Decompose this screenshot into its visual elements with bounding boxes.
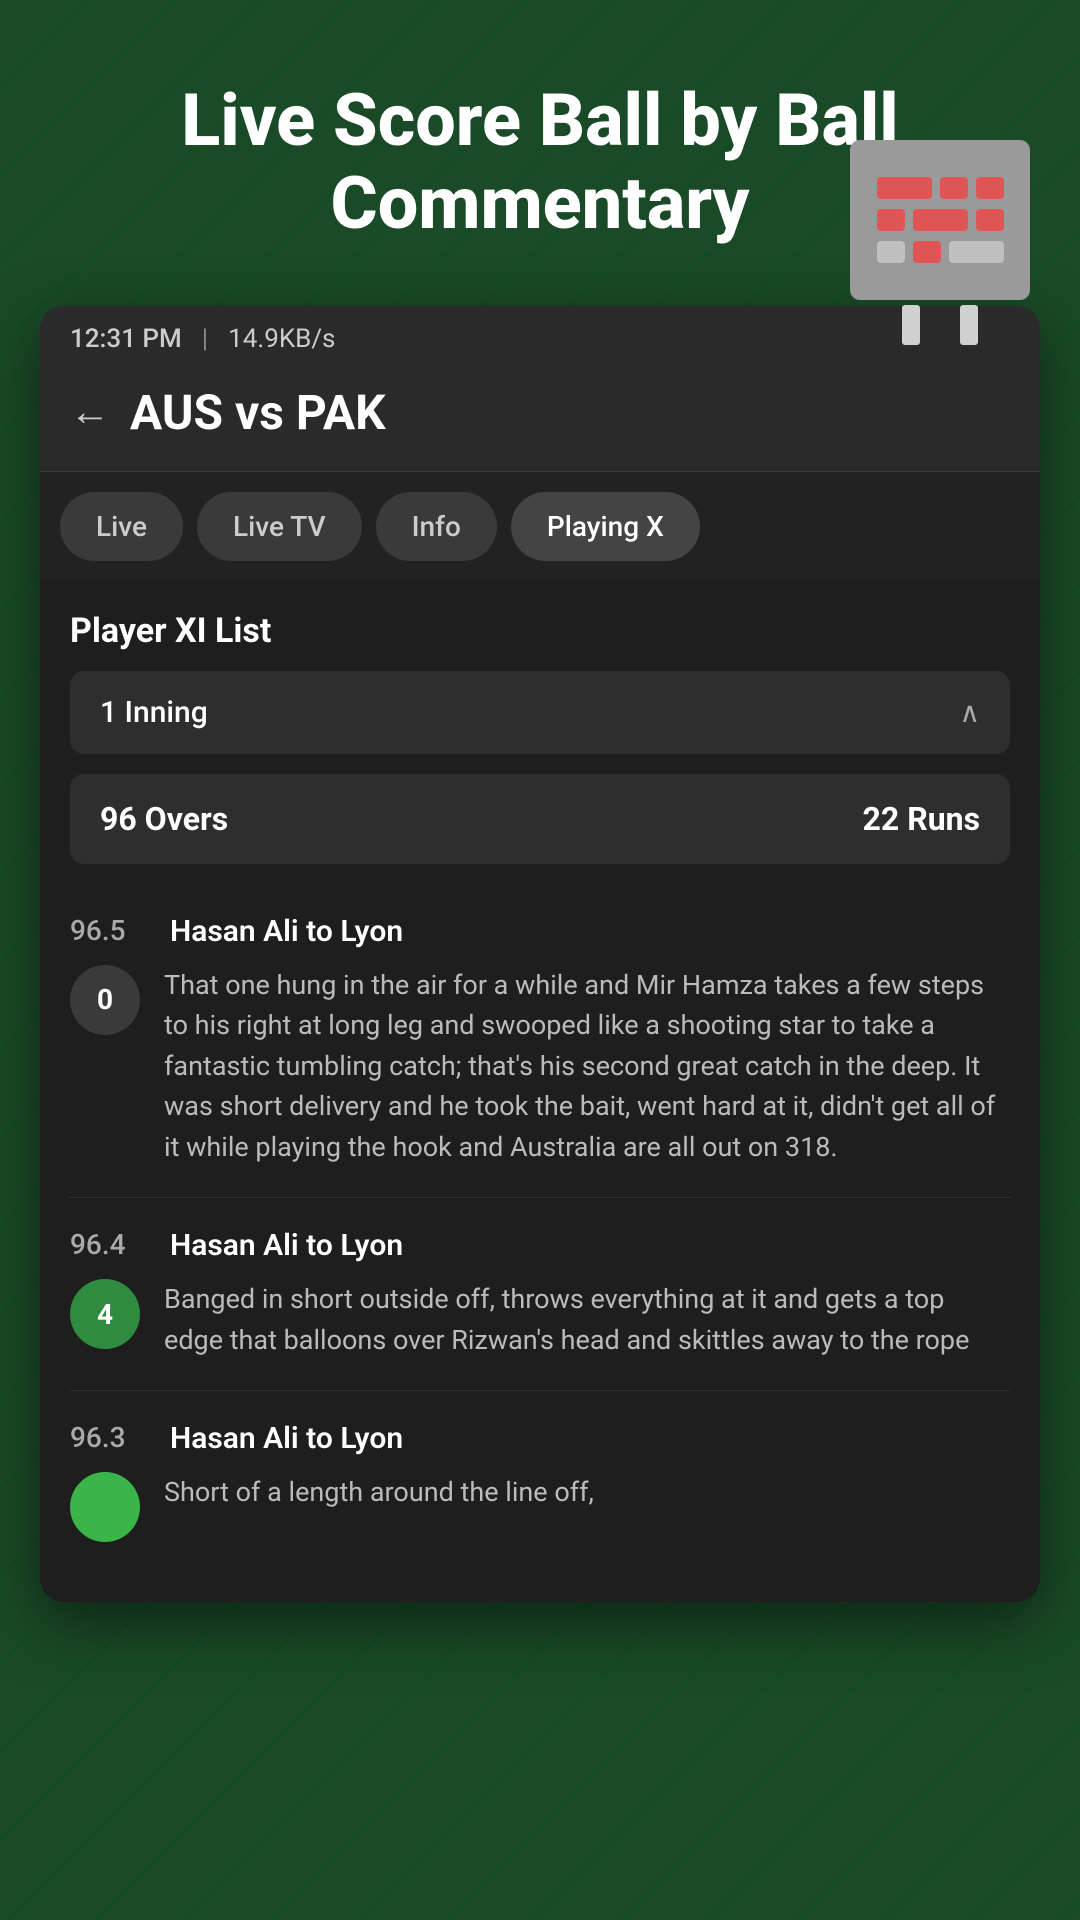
back-button[interactable]: ← bbox=[70, 392, 110, 432]
inning-selector[interactable]: 1 Inning ∧ bbox=[70, 671, 1010, 754]
commentary-entry: 96.5 Hasan Ali to Lyon 0 That one hung i… bbox=[70, 884, 1010, 1199]
runs-label: 22 Runs bbox=[863, 800, 980, 838]
overs-summary: 96 Overs 22 Runs bbox=[70, 774, 1010, 864]
commentary-entry: 96.3 Hasan Ali to Lyon Short of a length… bbox=[70, 1391, 1010, 1572]
status-time: 12:31 PM bbox=[70, 324, 182, 354]
overs-label: 96 Overs bbox=[100, 800, 228, 838]
bowler-batsman: Hasan Ali to Lyon bbox=[170, 1421, 403, 1456]
commentary-list: 96.5 Hasan Ali to Lyon 0 That one hung i… bbox=[70, 884, 1010, 1573]
tab-live[interactable]: Live bbox=[60, 492, 183, 561]
match-header: ← AUS vs PAK bbox=[40, 364, 1040, 472]
status-network: 14.9KB/s bbox=[228, 324, 335, 354]
chevron-up-icon: ∧ bbox=[960, 696, 981, 729]
tab-info[interactable]: Info bbox=[376, 492, 497, 561]
ball-badge: 0 bbox=[70, 965, 140, 1035]
content-area: Player XI List 1 Inning ∧ 96 Overs 22 Ru… bbox=[40, 581, 1040, 1603]
tab-live-tv[interactable]: Live TV bbox=[197, 492, 362, 561]
over-number: 96.4 bbox=[70, 1228, 150, 1261]
nav-tabs: Live Live TV Info Playing X bbox=[40, 472, 1040, 581]
commentary-text: That one hung in the air for a while and… bbox=[164, 965, 1010, 1168]
commentary-entry: 96.4 Hasan Ali to Lyon 4 Banged in short… bbox=[70, 1198, 1010, 1391]
over-number: 96.5 bbox=[70, 914, 150, 947]
tab-playing-xi[interactable]: Playing X bbox=[511, 492, 700, 561]
commentary-text: Short of a length around the line off, bbox=[164, 1472, 1010, 1513]
app-frame: 12:31 PM | 14.9KB/s ← AUS vs PAK Live Li… bbox=[40, 306, 1040, 1603]
bowler-batsman: Hasan Ali to Lyon bbox=[170, 1228, 403, 1263]
match-title: AUS vs PAK bbox=[130, 384, 386, 441]
ball-badge-four: 4 bbox=[70, 1279, 140, 1349]
over-number: 96.3 bbox=[70, 1421, 150, 1454]
inning-label: 1 Inning bbox=[100, 695, 208, 730]
scoreboard-illustration bbox=[830, 140, 1050, 360]
bowler-batsman: Hasan Ali to Lyon bbox=[170, 914, 403, 949]
ball-badge-green bbox=[70, 1472, 140, 1542]
section-title: Player XI List bbox=[70, 611, 1010, 651]
commentary-text: Banged in short outside off, throws ever… bbox=[164, 1279, 1010, 1360]
status-separator: | bbox=[202, 324, 208, 354]
